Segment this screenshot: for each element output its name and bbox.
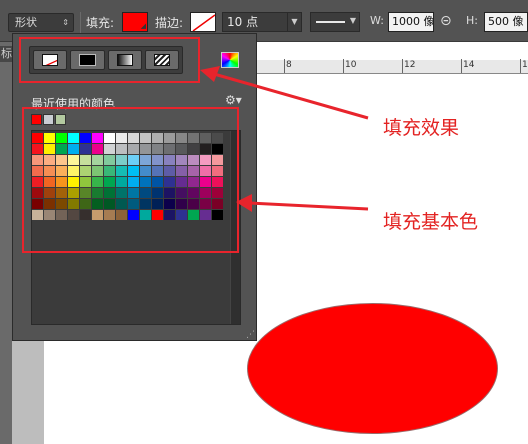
arrow-to-fill-type (200, 66, 369, 120)
arrow-to-swatches (236, 194, 369, 212)
annotation-arrows (200, 66, 369, 212)
